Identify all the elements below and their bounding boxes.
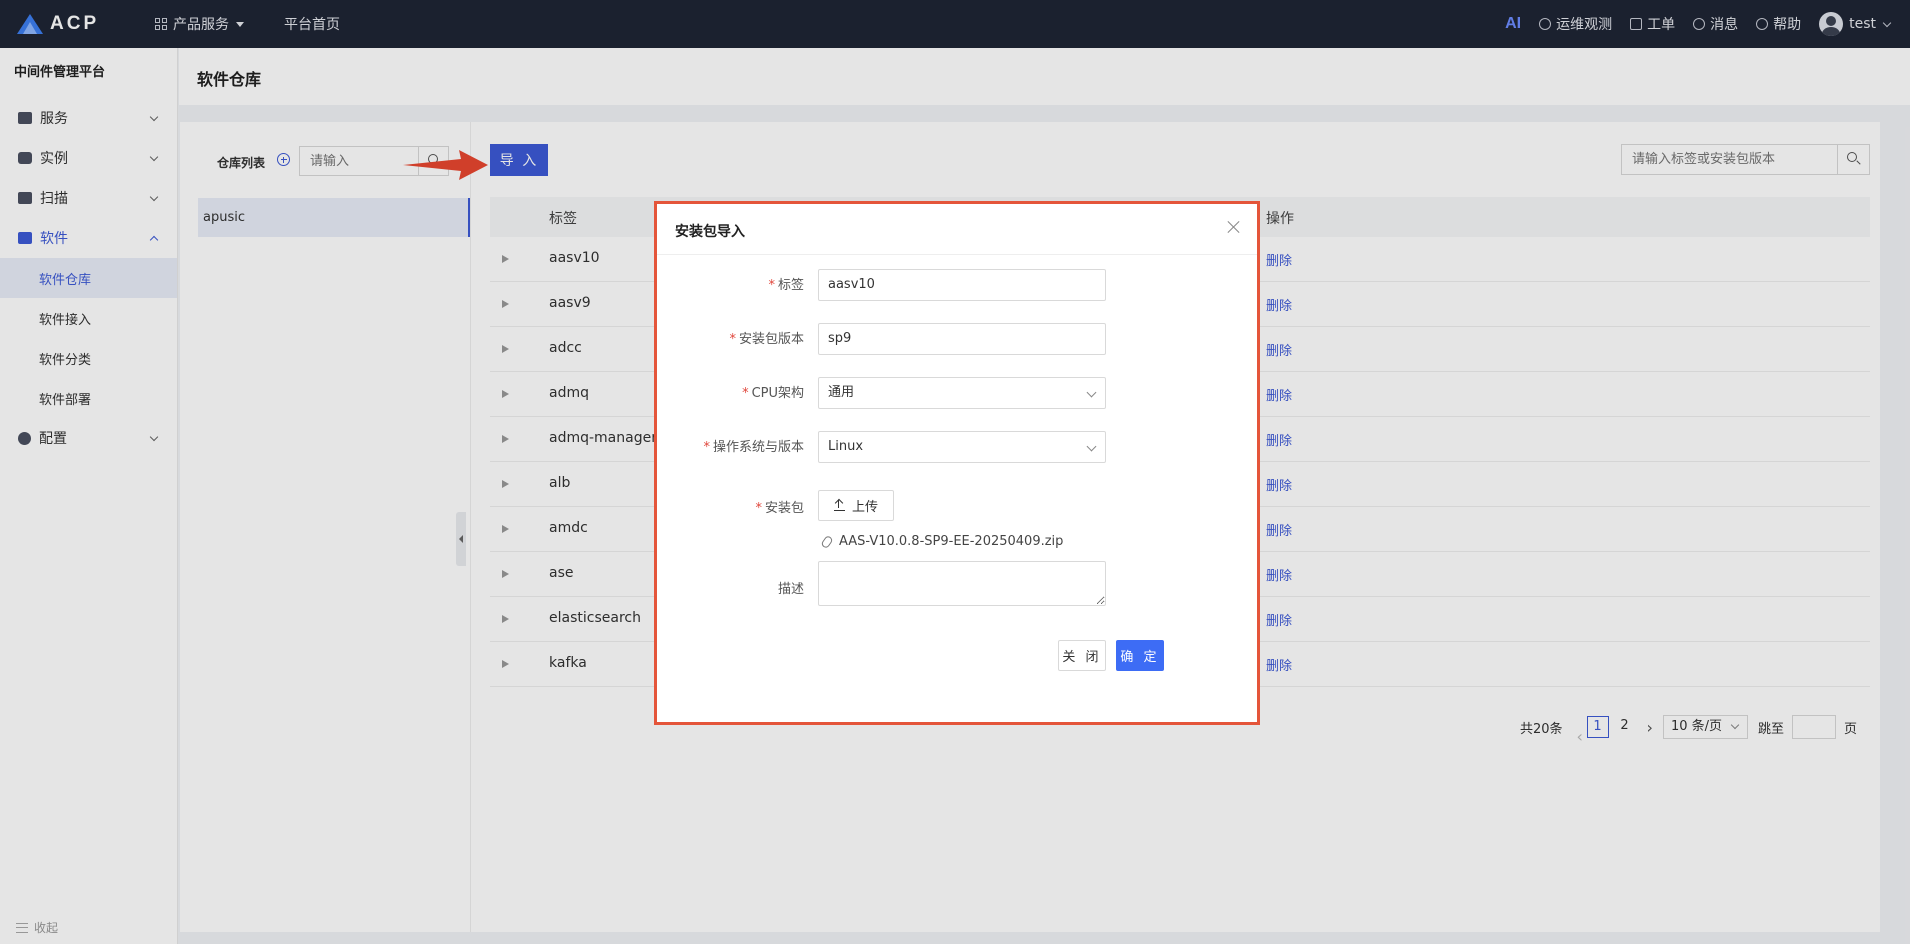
close-icon[interactable] (1226, 220, 1240, 234)
version-field[interactable]: sp9 (818, 323, 1106, 355)
required-mark: * (703, 440, 710, 455)
cpu-field-label: * CPU架构 (742, 382, 804, 401)
confirm-button[interactable]: 确 定 (1116, 640, 1164, 671)
dialog-title: 安装包导入 (675, 224, 745, 240)
os-version-value: Linux (828, 439, 864, 454)
package-import-dialog: 安装包导入 * 标签 aasv10 * 安装包版本 sp9 * CPU架构 通用 * 操… (654, 201, 1260, 725)
dialog-header: 安装包导入 (657, 204, 1257, 255)
chevron-down-icon (1086, 387, 1097, 398)
required-mark: * (755, 501, 762, 516)
description-textarea[interactable] (818, 561, 1106, 606)
chevron-down-icon (1086, 441, 1097, 452)
version-field-label: * 安装包版本 (729, 328, 804, 347)
desc-field-label: 描述 (777, 582, 804, 597)
os-version-select[interactable]: Linux (818, 431, 1106, 463)
cpu-arch-select[interactable]: 通用 (818, 377, 1106, 409)
tag-field[interactable]: aasv10 (818, 269, 1106, 301)
os-field-label: * 操作系统与版本 (703, 436, 804, 455)
cpu-label-text: CPU架构 (751, 386, 804, 401)
upload-icon (833, 500, 845, 511)
upload-label: 上传 (851, 500, 878, 515)
cpu-arch-value: 通用 (828, 385, 855, 400)
paperclip-icon (820, 534, 834, 549)
os-label-text: 操作系统与版本 (712, 440, 804, 455)
package-label-text: 安装包 (764, 501, 804, 516)
version-label-text: 安装包版本 (738, 332, 804, 347)
required-mark: * (729, 332, 736, 347)
tag-label-text: 标签 (777, 278, 804, 293)
close-button[interactable]: 关 闭 (1058, 640, 1106, 671)
uploaded-file[interactable]: AAS-V10.0.8-SP9-EE-20250409.zip (820, 534, 1064, 549)
upload-button[interactable]: 上传 (818, 490, 894, 521)
package-field-label: * 安装包 (755, 497, 804, 516)
tag-field-label: * 标签 (768, 274, 804, 293)
uploaded-file-name: AAS-V10.0.8-SP9-EE-20250409.zip (839, 534, 1064, 549)
required-mark: * (768, 278, 775, 293)
required-mark: * (742, 386, 749, 401)
